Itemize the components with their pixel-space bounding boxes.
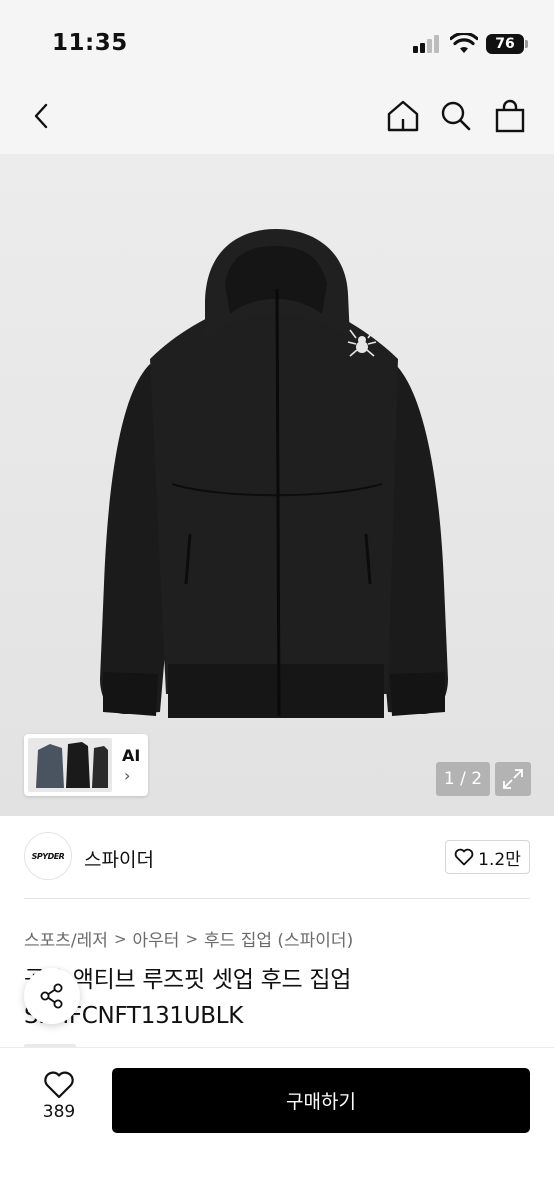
breadcrumb-separator: > bbox=[113, 929, 127, 948]
breadcrumb-item[interactable]: 스포츠/레저 bbox=[24, 926, 108, 951]
breadcrumb-separator: > bbox=[185, 929, 199, 948]
search-button[interactable] bbox=[434, 94, 478, 138]
thumbnail-image bbox=[28, 738, 112, 792]
wishlist-button[interactable]: 389 bbox=[30, 1070, 88, 1130]
brand-logo[interactable]: SPYDER bbox=[24, 832, 72, 880]
home-icon bbox=[387, 100, 419, 132]
ai-label: AI bbox=[122, 746, 141, 765]
back-button[interactable] bbox=[20, 94, 64, 138]
status-bar: 11:35 76 bbox=[0, 0, 554, 80]
divider bbox=[24, 898, 530, 899]
heart-icon bbox=[44, 1071, 74, 1099]
image-page-indicator: 1 / 2 bbox=[436, 762, 490, 796]
product-jacket-image bbox=[100, 229, 448, 718]
brand-row: SPYDER 스파이더 1.2만 bbox=[0, 816, 554, 900]
like-count: 1.2만 bbox=[478, 849, 521, 870]
battery-indicator: 76 bbox=[486, 34, 528, 54]
chevron-left-icon bbox=[34, 103, 48, 129]
expand-icon bbox=[503, 769, 523, 789]
bottom-action-bar: 389 구매하기 bbox=[0, 1047, 554, 1200]
breadcrumb-item[interactable]: 아우터 bbox=[133, 926, 180, 951]
cellular-signal-icon bbox=[413, 35, 443, 53]
brand-like-button[interactable]: 1.2만 bbox=[445, 840, 530, 874]
heart-icon bbox=[454, 848, 474, 866]
share-button[interactable] bbox=[24, 968, 80, 1024]
brand-logo-text: SPYDER bbox=[31, 851, 65, 861]
breadcrumb: 스포츠/레저 > 아우터 > 후드 집업 (스파이더) bbox=[24, 926, 353, 952]
brand-name[interactable]: 스파이더 bbox=[84, 845, 154, 872]
status-time: 11:35 bbox=[52, 30, 128, 56]
product-image-gallery[interactable]: AI › 1 / 2 bbox=[0, 154, 554, 816]
home-button[interactable] bbox=[381, 94, 425, 138]
shopping-bag-icon bbox=[495, 99, 525, 133]
cart-button[interactable] bbox=[488, 94, 532, 138]
search-icon bbox=[441, 101, 471, 131]
nav-bar bbox=[0, 80, 554, 154]
share-icon bbox=[40, 983, 63, 1009]
chevron-right-icon: › bbox=[124, 766, 131, 785]
wifi-icon bbox=[450, 33, 478, 53]
fullscreen-button[interactable] bbox=[495, 762, 531, 796]
ai-recommendation-thumb[interactable]: AI › bbox=[24, 734, 148, 796]
product-title: 공용 액티브 루즈핏 셋업 후드 집업 SPHFCNFT131UBLK bbox=[24, 967, 352, 1029]
breadcrumb-item[interactable]: 후드 집업 (스파이더) bbox=[204, 926, 353, 951]
buy-button[interactable]: 구매하기 bbox=[112, 1068, 530, 1133]
wishlist-count: 389 bbox=[42, 1102, 76, 1122]
